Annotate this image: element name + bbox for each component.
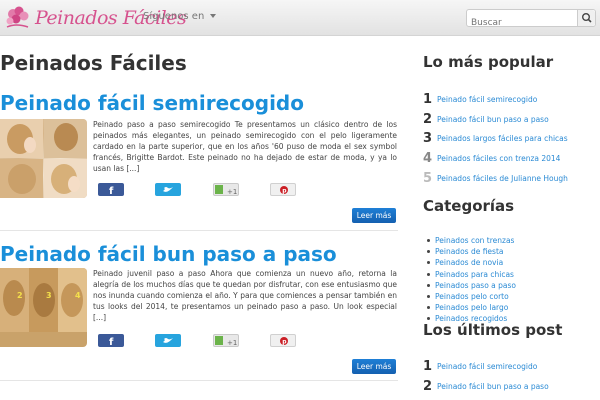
category-item: Peinados de fiesta bbox=[427, 246, 597, 257]
latest-link[interactable]: Peinado fácil bun paso a paso bbox=[437, 382, 549, 391]
rank-number: 5 bbox=[423, 170, 433, 186]
rank-number: 2 bbox=[423, 378, 433, 394]
bullet-icon bbox=[427, 250, 430, 254]
rank-number: 1 bbox=[423, 92, 433, 108]
gplus-share-button[interactable]: +1 bbox=[213, 334, 239, 347]
popular-link[interactable]: Peinados largos fáciles para chicas bbox=[437, 134, 568, 143]
flower-logo-icon bbox=[4, 5, 34, 31]
step-number: 4 bbox=[75, 291, 81, 300]
bullet-icon bbox=[427, 272, 430, 276]
gplus-icon: +1 bbox=[215, 336, 237, 347]
post-excerpt: Peinado juvenil paso a paso Ahora que co… bbox=[93, 269, 397, 323]
category-link[interactable]: Peinados de novia bbox=[435, 258, 503, 267]
rank-number: 4 bbox=[423, 151, 433, 167]
latest-item: 2 Peinado fácil bun paso a paso bbox=[423, 377, 600, 397]
top-navbar: Peinados Fáciles Síguenos en bbox=[0, 0, 600, 36]
read-more-button[interactable]: Leer más bbox=[352, 359, 396, 374]
step-number: 2 bbox=[17, 291, 23, 300]
bullet-icon bbox=[427, 295, 430, 299]
search-input[interactable] bbox=[467, 15, 575, 31]
bullet-icon bbox=[427, 283, 430, 287]
latest-list: 1 Peinado fácil semirecogido 2 Peinado f… bbox=[423, 357, 600, 396]
rank-number: 2 bbox=[423, 111, 433, 127]
read-more-button[interactable]: Leer más bbox=[352, 208, 396, 223]
search-box bbox=[466, 9, 596, 31]
category-item: Peinados para chicas bbox=[427, 269, 597, 280]
popular-heading: Lo más popular bbox=[423, 53, 554, 71]
bullet-icon bbox=[427, 317, 430, 321]
bullet-icon bbox=[427, 306, 430, 310]
categories-heading: Categorías bbox=[423, 197, 515, 215]
category-item: Peinados paso a paso bbox=[427, 280, 597, 291]
follow-us-label: Síguenos en bbox=[143, 11, 205, 22]
step-number: 3 bbox=[46, 291, 52, 300]
pinterest-share-button[interactable]: p bbox=[270, 334, 296, 347]
latest-item: 1 Peinado fácil semirecogido bbox=[423, 357, 600, 377]
follow-us-dropdown[interactable]: Síguenos en bbox=[143, 11, 216, 22]
popular-item: 4 Peinados fáciles con trenza 2014 bbox=[423, 149, 600, 169]
svg-text:p: p bbox=[282, 339, 287, 346]
popular-item: 2 Peinado fácil bun paso a paso bbox=[423, 110, 600, 130]
rank-number: 1 bbox=[423, 359, 433, 375]
popular-link[interactable]: Peinado fácil semirecogido bbox=[437, 95, 537, 104]
gplus-icon: +1 bbox=[215, 185, 237, 196]
pinterest-icon: p bbox=[280, 186, 288, 195]
latest-heading: Los últimos post bbox=[423, 321, 563, 339]
popular-item: 3 Peinados largos fáciles para chicas bbox=[423, 129, 600, 149]
latest-link[interactable]: Peinado fácil semirecogido bbox=[437, 362, 537, 371]
svg-text:f: f bbox=[109, 337, 114, 347]
post-excerpt: Peinado paso a paso semirecogido Te pres… bbox=[93, 120, 397, 174]
facebook-icon: f bbox=[109, 337, 114, 347]
search-icon bbox=[581, 13, 592, 23]
twitter-share-button[interactable] bbox=[155, 334, 181, 347]
bullet-icon bbox=[427, 261, 430, 265]
post-divider bbox=[0, 380, 398, 381]
category-item: Peinados con trenzas bbox=[427, 235, 597, 246]
post-title[interactable]: Peinado fácil semirecogido bbox=[0, 91, 398, 115]
search-button[interactable] bbox=[577, 10, 595, 26]
pinterest-icon: p bbox=[280, 337, 288, 346]
popular-item: 5 Peinados fáciles de Julianne Hough bbox=[423, 168, 600, 188]
category-link[interactable]: Peinados de fiesta bbox=[435, 247, 504, 256]
category-item: Peinados de novia bbox=[427, 257, 597, 268]
facebook-icon: f bbox=[109, 186, 114, 196]
post-thumbnail[interactable] bbox=[0, 119, 87, 198]
category-link[interactable]: Peinados paso a paso bbox=[435, 281, 516, 290]
rank-number: 3 bbox=[423, 131, 433, 147]
popular-link[interactable]: Peinados fáciles de Julianne Hough bbox=[437, 174, 568, 183]
twitter-share-button[interactable] bbox=[155, 183, 181, 196]
popular-link[interactable]: Peinado fácil bun paso a paso bbox=[437, 115, 549, 124]
category-item: Peinados pelo largo bbox=[427, 302, 597, 313]
category-link[interactable]: Peinados pelo largo bbox=[435, 303, 508, 312]
twitter-icon bbox=[163, 187, 173, 192]
category-item: Peinados pelo corto bbox=[427, 291, 597, 302]
bullet-icon bbox=[427, 239, 430, 243]
popular-item: 1 Peinado fácil semirecogido bbox=[423, 90, 600, 110]
gplus-share-button[interactable]: +1 bbox=[213, 183, 239, 196]
category-link[interactable]: Peinados para chicas bbox=[435, 270, 514, 279]
twitter-icon bbox=[163, 338, 173, 343]
svg-text:p: p bbox=[282, 188, 287, 195]
category-link[interactable]: Peinados con trenzas bbox=[435, 236, 514, 245]
facebook-share-button[interactable]: f bbox=[98, 334, 124, 347]
popular-list: 1 Peinado fácil semirecogido 2 Peinado f… bbox=[423, 90, 600, 188]
caret-down-icon bbox=[209, 14, 216, 18]
post-title[interactable]: Peinado fácil bun paso a paso bbox=[0, 242, 398, 266]
gplus-count: +1 bbox=[227, 188, 237, 196]
pinterest-share-button[interactable]: p bbox=[270, 183, 296, 196]
page-title: Peinados Fáciles bbox=[0, 51, 187, 75]
svg-text:f: f bbox=[109, 186, 114, 196]
post-thumbnail[interactable]: 2 3 4 bbox=[0, 268, 87, 347]
categories-list: Peinados con trenzas Peinados de fiesta … bbox=[427, 235, 597, 325]
facebook-share-button[interactable]: f bbox=[98, 183, 124, 196]
post-divider bbox=[0, 230, 398, 231]
gplus-count: +1 bbox=[227, 339, 237, 347]
popular-link[interactable]: Peinados fáciles con trenza 2014 bbox=[437, 154, 560, 163]
category-link[interactable]: Peinados pelo corto bbox=[435, 292, 509, 301]
